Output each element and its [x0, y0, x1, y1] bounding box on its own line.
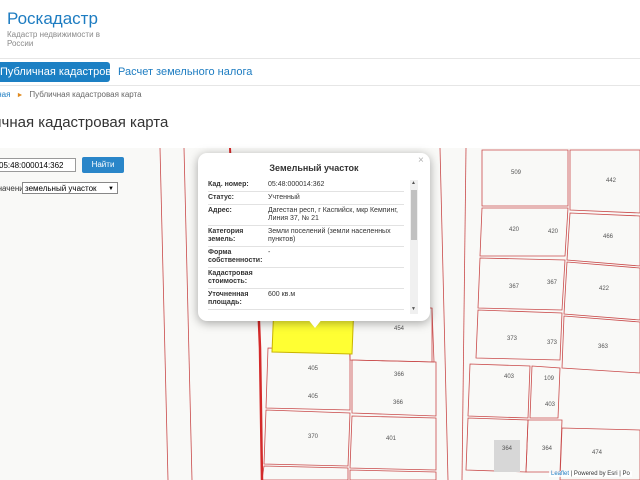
- popup-row-key: Кадастровая стоимость:: [208, 270, 253, 285]
- parcel-number: 367: [509, 284, 520, 290]
- parcel-number: 420: [509, 227, 520, 233]
- popup-row-value: Дагестан респ, г Каспийск, мкр Кемпинг, …: [268, 207, 398, 222]
- attribution-text: | Powered by Esri | Po: [569, 471, 630, 477]
- parcel-number: 420: [548, 229, 559, 235]
- parcel-number: 373: [507, 336, 518, 342]
- parcel-number: 403: [504, 374, 515, 380]
- parcel-number: 363: [598, 344, 609, 350]
- parcel-number: 474: [592, 450, 603, 456]
- parcel-number: 405: [308, 366, 319, 372]
- parcel-number: 366: [393, 400, 404, 406]
- popup-row: Кад. номер: 05:48:000014:362: [208, 179, 404, 192]
- parcel-number: 405: [308, 394, 319, 400]
- popup-row-key: Разрешенное: [208, 310, 268, 311]
- popup-row-key: Кад. номер:: [208, 181, 249, 188]
- popup-row: Адрес: Дагестан респ, г Каспийск, мкр Кем…: [208, 205, 404, 226]
- popup-row-value: Земли поселений (земли населенных пункто…: [268, 228, 391, 243]
- parcel-number: 401: [386, 436, 397, 442]
- popup-row: Разрешенное: [208, 310, 404, 311]
- popup-row-value: [268, 310, 404, 311]
- popup-row-value: 05:48:000014:362: [268, 181, 325, 188]
- popup-row-key: Форма собственности:: [208, 249, 263, 264]
- parcel-number: 509: [511, 170, 522, 176]
- parcel-number: 364: [502, 446, 513, 452]
- breadcrumb: Главная ► Публичная кадастровая карта: [0, 90, 142, 99]
- popup-row-value: [268, 268, 404, 288]
- breadcrumb-current: Публичная кадастровая карта: [29, 90, 142, 99]
- search-button[interactable]: Найти: [82, 157, 124, 173]
- parcel-number: 364: [542, 446, 553, 452]
- popup-row: Статус: Учтенный: [208, 192, 404, 205]
- tab-public-cadastral-map[interactable]: Публичная кадастровая карта: [0, 62, 110, 82]
- popup-pointer: [307, 318, 323, 328]
- parcel-number: 466: [603, 234, 614, 240]
- arrow-right-icon: ►: [16, 92, 24, 99]
- popup-row: Категория земель: Земли поселений (земли …: [208, 226, 404, 247]
- popup-row-key: Статус:: [208, 194, 234, 201]
- popup-title: Земельный участок: [269, 163, 359, 173]
- parcel-number: 422: [599, 286, 610, 292]
- tab-land-tax[interactable]: Расчет земельного налога: [118, 62, 252, 82]
- brand-subtitle: Кадастр недвижимости в России: [7, 30, 101, 48]
- popup-attributes: Кад. номер: 05:48:000014:362 Статус: Учтенн…: [208, 179, 404, 311]
- parcel-number: 109: [544, 376, 555, 382]
- layer-select-value: земельный участок: [25, 184, 97, 193]
- brand-title[interactable]: Роскадастр: [7, 9, 98, 29]
- popup-row: Уточненная площадь: 600 кв.м: [208, 289, 404, 310]
- parcel-number: 367: [547, 280, 558, 286]
- leaflet-link[interactable]: Leaflet: [551, 471, 569, 477]
- scroll-down-icon[interactable]: ▼: [411, 306, 416, 312]
- parcel-number: 454: [394, 326, 405, 332]
- popup-row-key: Уточненная площадь:: [208, 291, 249, 306]
- parcel-number: 442: [606, 178, 617, 184]
- parcel-number: 366: [394, 372, 405, 378]
- scroll-up-icon[interactable]: ▲: [411, 180, 416, 186]
- cadastral-number-input[interactable]: 05:48:000014:362: [0, 158, 76, 172]
- parcel-number: 373: [547, 340, 558, 346]
- popup-row-value: 600 кв.м: [268, 291, 296, 298]
- map-attribution: Leaflet | Powered by Esri | Po: [549, 471, 632, 477]
- site-header: Роскадастр Кадастр недвижимости в России: [0, 0, 640, 58]
- popup-row: Форма собственности: -: [208, 247, 404, 268]
- parcel-number: 403: [545, 402, 556, 408]
- parcel-number: 370: [308, 434, 319, 440]
- popup-row-value: Учтенный: [268, 194, 300, 201]
- popup-row: Кадастровая стоимость:: [208, 268, 404, 289]
- chevron-down-icon: ▼: [108, 186, 114, 192]
- popup-row-key: Категория земель:: [208, 228, 244, 243]
- breadcrumb-home[interactable]: Главная: [0, 90, 10, 99]
- layer-select[interactable]: земельный участок ▼: [22, 182, 118, 194]
- parcel-popup: × Земельный участок Кад. номер: 05:48:000…: [198, 153, 430, 321]
- page-title: Публичная кадастровая карта: [0, 114, 169, 131]
- popup-row-value: -: [268, 249, 271, 256]
- popup-row-key: Адрес:: [208, 207, 232, 214]
- scrollbar-thumb[interactable]: [411, 190, 417, 240]
- main-nav: Публичная кадастровая карта Расчет земел…: [0, 58, 640, 86]
- popup-scrollbar[interactable]: ▲ ▼: [410, 180, 418, 314]
